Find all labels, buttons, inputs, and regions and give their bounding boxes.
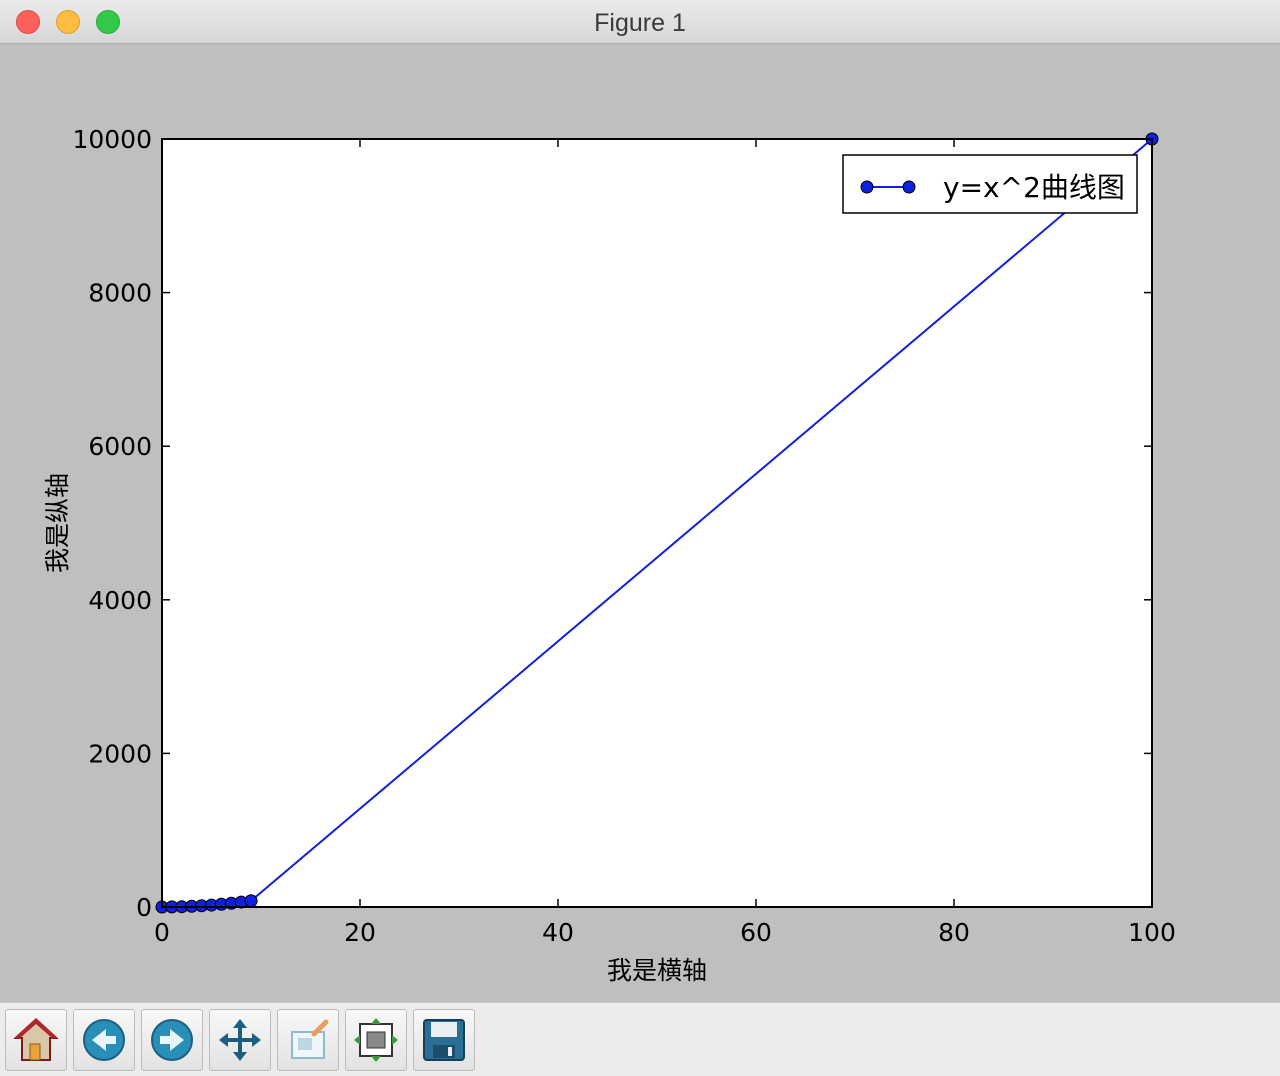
- x-tick-label: 20: [344, 918, 376, 947]
- plot-area: [162, 139, 1152, 907]
- x-tick-label: 80: [938, 918, 970, 947]
- zoom-rect-icon: [291, 1019, 329, 1059]
- back-arrow-icon: [83, 1019, 125, 1061]
- zoom-button[interactable]: [277, 1009, 339, 1071]
- y-tick-label: 8000: [88, 279, 152, 308]
- navigation-toolbar: [0, 1002, 1280, 1076]
- x-tick-label: 40: [542, 918, 574, 947]
- window-titlebar: Figure 1: [0, 0, 1280, 44]
- back-button[interactable]: [73, 1009, 135, 1071]
- x-tick-label: 100: [1128, 918, 1176, 947]
- x-tick-label: 60: [740, 918, 772, 947]
- y-tick-label: 4000: [88, 586, 152, 615]
- legend: y=x^2曲线图: [842, 154, 1138, 214]
- y-tick-label: 2000: [88, 739, 152, 768]
- legend-marker: [902, 180, 916, 194]
- legend-label: y=x^2曲线图: [943, 171, 1125, 204]
- x-axis-label: 我是横轴: [607, 956, 707, 985]
- figure-canvas: 0 20 40 60 80 100 0 2000 4000 6000 8000 10000 我是横轴 …: [0, 44, 1280, 1002]
- floppy-disk-icon: [423, 1019, 465, 1061]
- y-tick-label: 0: [136, 893, 152, 922]
- move-icon: [219, 1019, 261, 1061]
- line-chart: 0 20 40 60 80 1000200040006000800010000 我是横轴 …: [43, 125, 1176, 985]
- pan-button[interactable]: [209, 1009, 271, 1071]
- x-tick-label: 0: [154, 918, 170, 947]
- subplots-icon: [354, 1018, 398, 1062]
- forward-arrow-icon: [151, 1019, 193, 1061]
- home-icon: [13, 1018, 59, 1061]
- home-button[interactable]: [5, 1009, 67, 1071]
- forward-button[interactable]: [141, 1009, 203, 1071]
- y-tick-label: 10000: [72, 125, 152, 154]
- window-title: Figure 1: [594, 9, 686, 37]
- legend-marker: [860, 180, 874, 194]
- y-axis-label: 我是纵轴: [43, 473, 72, 573]
- save-button[interactable]: [413, 1009, 475, 1071]
- y-tick-label: 6000: [88, 432, 152, 461]
- data-point: [244, 894, 258, 908]
- subplots-button[interactable]: [345, 1009, 407, 1071]
